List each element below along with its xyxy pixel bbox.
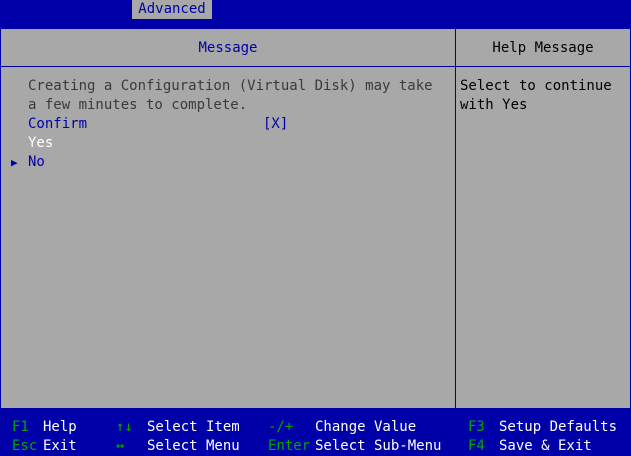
confirm-label: Confirm xyxy=(28,116,88,132)
right-triangle-icon: ▶ xyxy=(11,156,18,169)
plus-minus-key: -/+ xyxy=(268,419,294,435)
f4-key: F4 xyxy=(468,438,485,454)
menu-bar: Advanced xyxy=(0,0,631,19)
f1-desc: Help xyxy=(43,419,77,435)
esc-key: Esc xyxy=(12,438,38,454)
updown-desc: Select Item xyxy=(147,419,240,435)
help-text-line-1: Select to continue xyxy=(460,78,612,94)
f3-desc: Setup Defaults xyxy=(499,419,618,435)
f4-desc: Save & Exit xyxy=(499,438,592,454)
help-panel-title: Help Message xyxy=(456,29,630,67)
option-yes[interactable]: Yes xyxy=(28,134,53,153)
main-panel: Message Creating a Configuration (Virtua… xyxy=(0,28,631,409)
f1-key: F1 xyxy=(12,419,29,435)
enter-desc: Select Sub-Menu xyxy=(315,438,442,454)
help-text-line-2: with Yes xyxy=(460,97,528,113)
message-text-line-2: a few minutes to complete. xyxy=(28,97,248,113)
enter-key: Enter xyxy=(268,438,311,454)
key-legend: F1 Help Esc Exit ↑↓ Select Item ↔ Select… xyxy=(0,418,631,456)
left-right-arrows-icon: ↔ xyxy=(116,438,125,454)
f3-key: F3 xyxy=(468,419,485,435)
lr-desc: Select Menu xyxy=(147,438,240,454)
esc-desc: Exit xyxy=(43,438,77,454)
pm-desc: Change Value xyxy=(315,419,417,435)
confirm-checkbox[interactable]: [X] xyxy=(263,115,288,134)
message-text-line-1: Creating a Configuration (Virtual Disk) … xyxy=(28,78,433,94)
up-down-arrows-icon: ↑↓ xyxy=(116,419,133,435)
option-no[interactable]: No xyxy=(28,153,45,172)
message-panel-title: Message xyxy=(1,29,455,67)
help-panel: Help Message Select to continue with Yes xyxy=(456,29,630,408)
message-panel: Message Creating a Configuration (Virtua… xyxy=(1,29,456,408)
tab-advanced[interactable]: Advanced xyxy=(132,0,212,19)
